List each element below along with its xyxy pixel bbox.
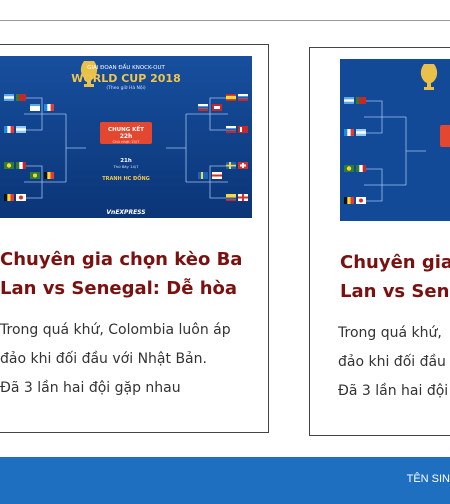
third-date: Thứ Bảy 14/7 xyxy=(112,164,139,169)
stage-label: GIAI ĐOẠN ĐẤU KNOCK-OUT xyxy=(87,63,165,71)
world-cup-bracket-graphic xyxy=(340,59,450,221)
article-title[interactable]: Chuyên gia Lan vs Sene xyxy=(340,248,450,306)
article-card[interactable]: Chuyên gia Lan vs Sene Trong quá khứ, đả… xyxy=(309,47,450,436)
site-footer: TÊN SIN xyxy=(0,457,450,504)
excerpt-line: Đã 3 lần hai đội xyxy=(338,383,449,399)
footer-text: TÊN SIN xyxy=(406,473,450,485)
world-cup-bracket-graphic: GIAI ĐOẠN ĐẤU KNOCK-OUT WORLD CUP 2018 (… xyxy=(0,56,252,218)
article-title-line[interactable]: Chuyên gia xyxy=(340,252,450,273)
excerpt-line: Trong quá khứ, Colombia luôn áp xyxy=(0,322,231,338)
excerpt-line: đảo khi đối đầu xyxy=(338,354,446,370)
top-divider xyxy=(0,20,450,21)
brand-logo: VnEXPRESS xyxy=(106,209,145,216)
article-title-line[interactable]: Chuyên gia chọn kèo Ba xyxy=(0,249,242,270)
article-title-line[interactable]: Lan vs Senegal: Dễ hòa xyxy=(0,278,237,299)
excerpt-line: đảo khi đối đầu với Nhật Bản. xyxy=(0,351,207,367)
article-card[interactable]: GIAI ĐOẠN ĐẤU KNOCK-OUT WORLD CUP 2018 (… xyxy=(0,44,269,433)
excerpt-line: Đã 3 lần hai đội gặp nhau xyxy=(0,380,181,396)
article-thumbnail[interactable] xyxy=(340,59,450,221)
article-title-line[interactable]: Lan vs Sene xyxy=(340,281,450,302)
article-title[interactable]: Chuyên gia chọn kèo Ba Lan vs Senegal: D… xyxy=(0,245,242,303)
excerpt-line: Trong quá khứ, xyxy=(338,325,442,341)
article-excerpt: Trong quá khứ, đảo khi đối đầu Đã 3 lần … xyxy=(338,319,448,406)
event-title: WORLD CUP 2018 xyxy=(71,72,180,85)
final-label: CHUNG KẾT xyxy=(108,125,144,133)
time-note: (Theo giờ Hà Nội) xyxy=(106,84,146,91)
final-date: Chủ nhật 15/7 xyxy=(112,139,140,144)
article-thumbnail[interactable]: GIAI ĐOẠN ĐẤU KNOCK-OUT WORLD CUP 2018 (… xyxy=(0,56,252,218)
article-excerpt: Trong quá khứ, Colombia luôn áp đảo khi … xyxy=(0,316,231,403)
